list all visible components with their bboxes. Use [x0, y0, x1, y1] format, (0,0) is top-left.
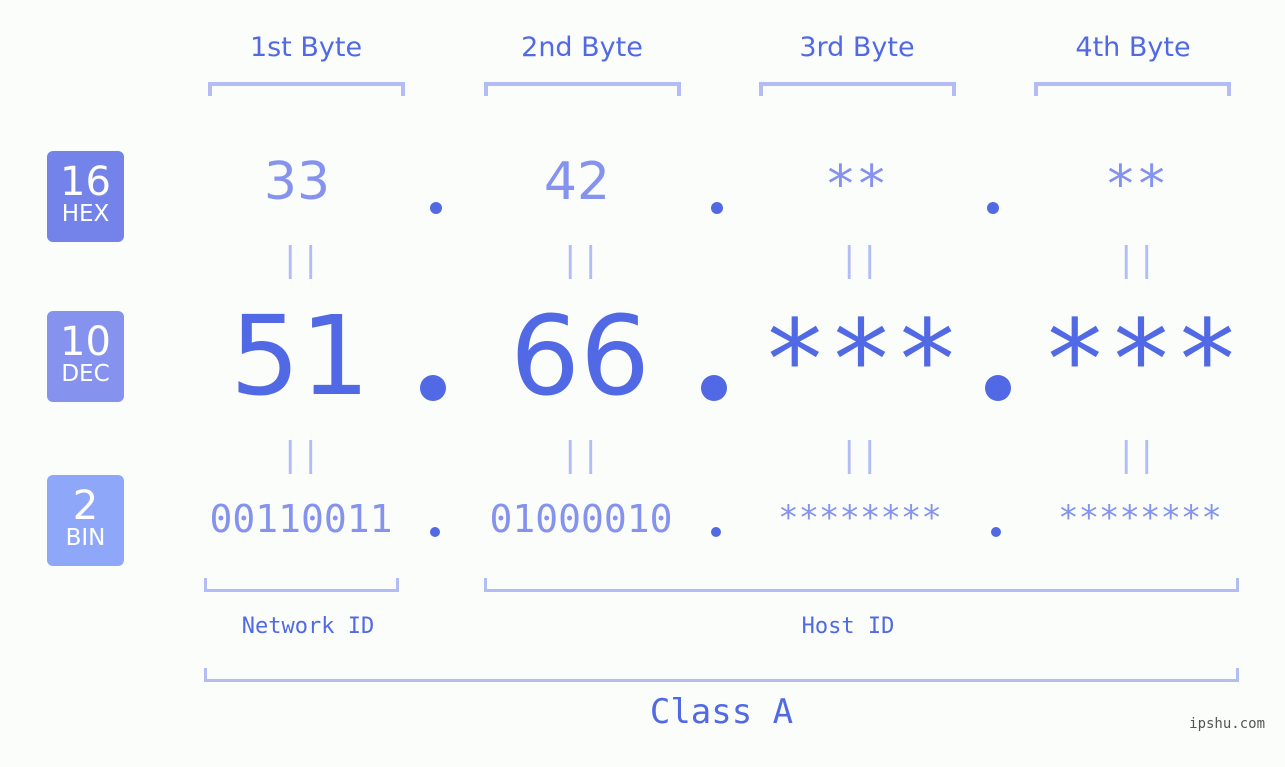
byte-header-3: 3rd Byte [799, 32, 915, 63]
bin-base-label: BIN [65, 525, 106, 551]
bin-separator-dot [711, 527, 721, 537]
hex-byte-1: 33 [263, 152, 331, 212]
hex-byte-2: 42 [543, 152, 611, 212]
dec-byte-2: 66 [510, 292, 650, 420]
byte-bracket-4 [1034, 82, 1231, 96]
site-watermark: ipshu.com [1189, 716, 1265, 732]
dec-badge: 10 DEC [47, 311, 124, 402]
byte-bracket-3 [759, 82, 956, 96]
equals-sign: || [560, 435, 601, 475]
bin-byte-4: ******** [1058, 498, 1222, 538]
bin-byte-3: ******** [778, 498, 942, 538]
bin-separator-dot [430, 527, 440, 537]
bin-separator-dot [991, 527, 1001, 537]
equals-sign: || [560, 240, 601, 280]
byte-header-2: 2nd Byte [521, 32, 643, 63]
hex-separator-dot [987, 202, 999, 214]
dec-base-label: DEC [61, 361, 110, 387]
bin-byte-1: 00110011 [209, 497, 393, 541]
network-id-label: Network ID [241, 614, 375, 639]
bin-badge: 2 BIN [47, 475, 124, 566]
byte-bracket-1 [208, 82, 405, 96]
equals-sign: || [839, 435, 880, 475]
hex-byte-3: ** [824, 155, 888, 215]
class-bracket [204, 668, 1239, 682]
host-id-label: Host ID [801, 614, 895, 639]
hex-badge: 16 HEX [47, 151, 124, 242]
equals-sign: || [1116, 435, 1157, 475]
byte-bracket-2 [484, 82, 681, 96]
dec-byte-1: 51 [230, 292, 370, 420]
hex-separator-dot [430, 202, 442, 214]
byte-header-4: 4th Byte [1075, 32, 1191, 63]
byte-header-1: 1st Byte [249, 32, 363, 63]
class-label: Class A [649, 692, 794, 732]
hex-separator-dot [711, 202, 723, 214]
dec-separator-dot [985, 375, 1011, 401]
dec-separator-dot [701, 375, 727, 401]
hex-base-label: HEX [61, 201, 110, 227]
host-id-bracket [484, 578, 1239, 592]
bin-base-number: 2 [72, 483, 99, 529]
dec-base-number: 10 [60, 319, 111, 365]
equals-sign: || [280, 240, 321, 280]
hex-byte-4: ** [1104, 155, 1168, 215]
dec-byte-4: *** [1041, 296, 1241, 424]
bin-byte-2: 01000010 [489, 497, 673, 541]
equals-sign: || [280, 435, 321, 475]
hex-base-number: 16 [60, 159, 111, 205]
dec-byte-3: *** [761, 296, 961, 424]
network-id-bracket [204, 578, 399, 592]
dec-separator-dot [420, 375, 446, 401]
equals-sign: || [1116, 240, 1157, 280]
equals-sign: || [839, 240, 880, 280]
